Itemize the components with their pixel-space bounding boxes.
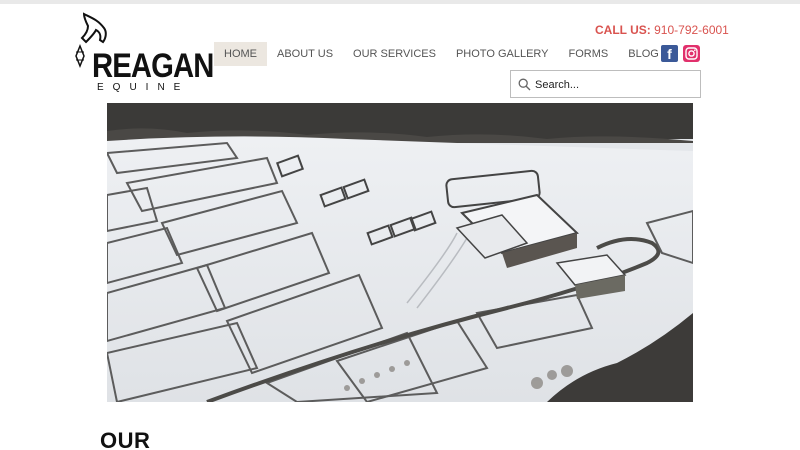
nav-item-photo-gallery[interactable]: PHOTO GALLERY — [446, 42, 559, 66]
section-heading: OUR — [100, 428, 151, 450]
nav-item-about-us[interactable]: ABOUT US — [267, 42, 343, 66]
search-box — [510, 70, 701, 98]
brand-name: REAGAN — [92, 47, 214, 85]
instagram-icon[interactable] — [683, 45, 700, 62]
brand-tagline: EQUINE — [97, 82, 190, 93]
search-input[interactable] — [535, 75, 695, 94]
main-nav: HOME ABOUT US OUR SERVICES PHOTO GALLERY… — [214, 42, 669, 66]
top-border — [0, 0, 800, 4]
nav-item-our-services[interactable]: OUR SERVICES — [343, 42, 446, 66]
nav-item-home[interactable]: HOME — [214, 42, 267, 66]
call-us-label: CALL US: — [595, 23, 651, 37]
phone-number[interactable]: 910-792-6001 — [654, 23, 729, 37]
search-icon[interactable] — [518, 78, 531, 91]
aerial-snowy-farm-photo — [107, 103, 693, 402]
call-us: CALL US: 910-792-6001 — [595, 23, 729, 37]
brand-logo[interactable]: REAGAN EQUINE — [70, 12, 214, 93]
hero-image — [107, 103, 693, 402]
facebook-icon[interactable]: f — [661, 45, 678, 62]
nav-item-forms[interactable]: FORMS — [559, 42, 619, 66]
